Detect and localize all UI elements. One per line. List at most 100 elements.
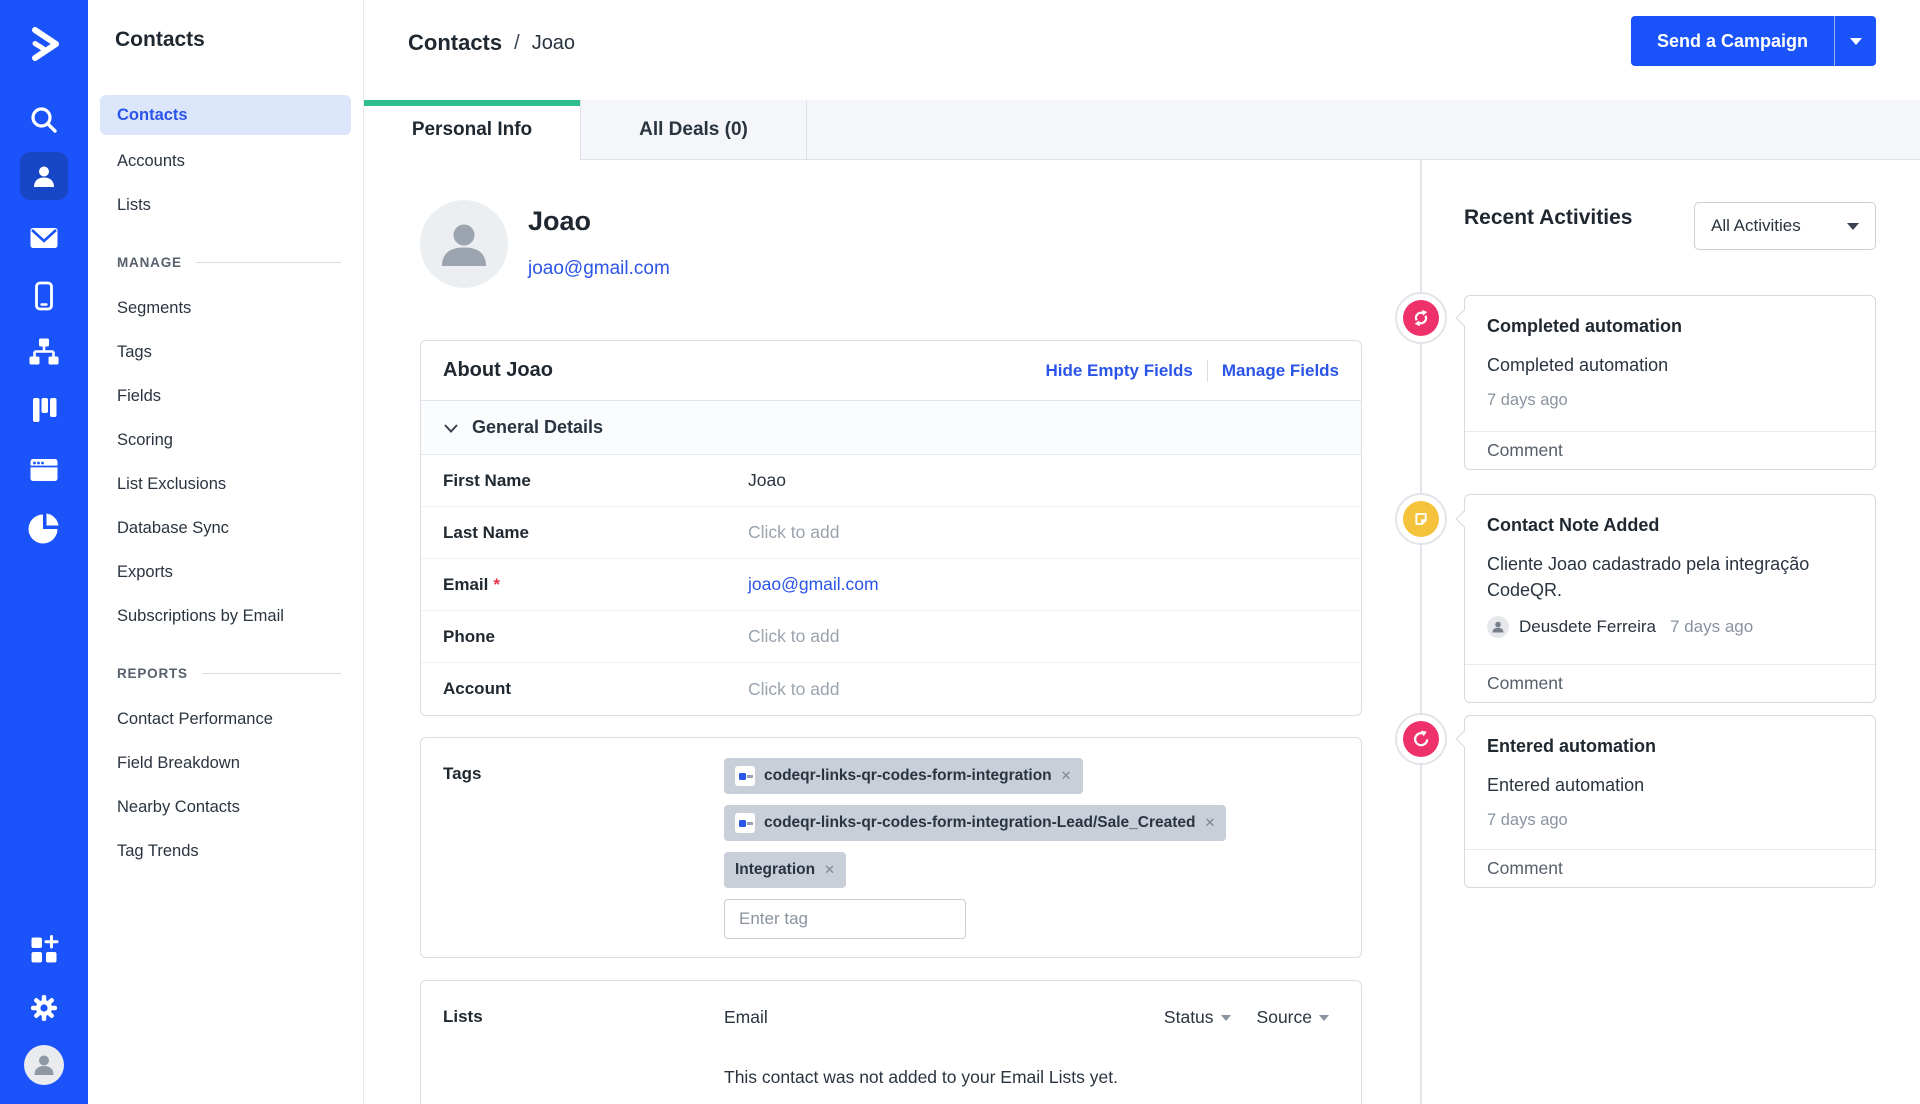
- tag-chip[interactable]: codeqr-links-qr-codes-form-integration-L…: [724, 805, 1226, 841]
- site-window-icon[interactable]: [0, 448, 88, 492]
- activity-card: Completed automation Completed automatio…: [1464, 295, 1876, 470]
- activity-body: Entered automation: [1487, 772, 1853, 798]
- remove-tag-icon[interactable]: ✕: [1205, 815, 1216, 831]
- activity-title: Contact Note Added: [1487, 515, 1853, 536]
- sidebar-section-manage: MANAGE: [88, 255, 363, 270]
- apps-add-icon[interactable]: [0, 928, 88, 972]
- chevron-down-icon: [1850, 38, 1862, 45]
- field-row-phone[interactable]: Phone Click to add: [421, 611, 1361, 663]
- comment-button[interactable]: Comment: [1465, 431, 1875, 469]
- field-row-email[interactable]: Email * joao@gmail.com: [421, 559, 1361, 611]
- activities-filter-dropdown[interactable]: All Activities: [1694, 202, 1876, 250]
- field-label: Account: [443, 679, 511, 698]
- general-details-title: General Details: [472, 417, 603, 438]
- codeqr-favicon-icon: [735, 766, 755, 786]
- sidebar-item-fields[interactable]: Fields: [88, 374, 363, 418]
- lists-status-filter[interactable]: Status: [1164, 1007, 1231, 1028]
- chevron-down-icon: [443, 422, 459, 434]
- sidebar-item-database-sync[interactable]: Database Sync: [88, 506, 363, 550]
- settings-gear-icon[interactable]: [0, 986, 88, 1030]
- hide-empty-fields-link[interactable]: Hide Empty Fields: [1045, 361, 1192, 381]
- lists-empty-message: This contact was not added to your Email…: [724, 1067, 1118, 1088]
- breadcrumb-contacts-link[interactable]: Contacts: [408, 30, 502, 56]
- chevron-down-icon: [1319, 1015, 1329, 1021]
- field-label: First Name: [443, 471, 531, 490]
- contact-note-icon: [1395, 493, 1447, 545]
- breadcrumb-current: Joao: [532, 32, 575, 55]
- send-campaign-button[interactable]: Send a Campaign: [1631, 16, 1834, 66]
- completed-automation-icon: [1395, 292, 1447, 344]
- contact-email-link[interactable]: joao@gmail.com: [528, 258, 670, 280]
- sidebar-item-tags[interactable]: Tags: [88, 330, 363, 374]
- entered-automation-icon: [1395, 713, 1447, 765]
- deals-kanban-icon[interactable]: [0, 388, 88, 432]
- field-row-account[interactable]: Account Click to add: [421, 663, 1361, 715]
- sidebar-item-subscriptions-by-email[interactable]: Subscriptions by Email: [88, 594, 363, 638]
- activity-author: Deusdete Ferreira: [1519, 617, 1656, 637]
- sidebar-item-contact-performance[interactable]: Contact Performance: [88, 697, 363, 741]
- activity-title: Completed automation: [1487, 316, 1853, 337]
- field-value: Click to add: [748, 626, 839, 647]
- required-asterisk: *: [493, 575, 500, 594]
- activity-card: Contact Note Added Cliente Joao cadastra…: [1464, 494, 1876, 703]
- breadcrumb: Contacts / Joao: [408, 30, 575, 56]
- sidebar-item-contacts[interactable]: Contacts: [100, 95, 351, 135]
- breadcrumb-separator: /: [514, 32, 520, 55]
- field-value-email-link[interactable]: joao@gmail.com: [748, 574, 879, 595]
- search-icon[interactable]: [0, 98, 88, 142]
- comment-button[interactable]: Comment: [1465, 664, 1875, 702]
- tag-text: codeqr-links-qr-codes-form-integration-L…: [764, 814, 1196, 832]
- card-tail: [1456, 511, 1473, 528]
- activecampaign-logo-icon[interactable]: [0, 22, 88, 66]
- enter-tag-input[interactable]: [724, 899, 966, 939]
- general-details-section-toggle[interactable]: General Details: [421, 401, 1361, 455]
- contact-avatar: [420, 200, 508, 288]
- sidebar-item-nearby-contacts[interactable]: Nearby Contacts: [88, 785, 363, 829]
- sidebar-title: Contacts: [115, 28, 205, 52]
- lists-email-column-header: Email: [724, 1007, 768, 1028]
- mobile-icon[interactable]: [0, 274, 88, 318]
- field-label: Last Name: [443, 523, 529, 542]
- card-tail: [1456, 310, 1473, 327]
- sidebar-item-tag-trends[interactable]: Tag Trends: [88, 829, 363, 873]
- sidebar-item-list-exclusions[interactable]: List Exclusions: [88, 462, 363, 506]
- user-avatar-icon[interactable]: [0, 1043, 88, 1087]
- remove-tag-icon[interactable]: ✕: [1061, 768, 1072, 784]
- sidebar-section-reports: REPORTS: [88, 666, 363, 681]
- author-avatar-icon: [1487, 616, 1509, 638]
- tag-chip[interactable]: codeqr-links-qr-codes-form-integration ✕: [724, 758, 1083, 794]
- send-campaign-split-button: Send a Campaign: [1631, 16, 1876, 66]
- activity-note-text: Cliente Joao cadastrado pela integração …: [1487, 551, 1855, 603]
- icon-rail: [0, 0, 88, 1104]
- field-row-first-name[interactable]: First Name Joao: [421, 455, 1361, 507]
- field-row-last-name[interactable]: Last Name Click to add: [421, 507, 1361, 559]
- tags-card: Tags codeqr-links-qr-codes-form-integrat…: [420, 737, 1362, 958]
- topbar: Contacts / Joao Send a Campaign: [364, 0, 1920, 100]
- field-label: Email: [443, 575, 488, 594]
- sidebar-item-lists[interactable]: Lists: [88, 183, 363, 227]
- campaigns-mail-icon[interactable]: [0, 216, 88, 260]
- recent-activities-panel: Recent Activities All Activities Complet…: [1420, 160, 1920, 1104]
- tab-strip: Personal Info All Deals (0): [364, 100, 1920, 160]
- automations-flow-icon[interactable]: [0, 330, 88, 374]
- sidebar-item-segments[interactable]: Segments: [88, 286, 363, 330]
- tags-label: Tags: [443, 764, 481, 784]
- manage-fields-link[interactable]: Manage Fields: [1222, 361, 1339, 381]
- comment-button[interactable]: Comment: [1465, 849, 1875, 887]
- tag-chip[interactable]: Integration ✕: [724, 852, 846, 888]
- links-divider: [1207, 360, 1208, 382]
- tag-text: Integration: [735, 861, 815, 879]
- field-value: Click to add: [748, 679, 839, 700]
- sidebar-item-accounts[interactable]: Accounts: [88, 139, 363, 183]
- lists-source-filter[interactable]: Source: [1257, 1007, 1329, 1028]
- sidebar-item-exports[interactable]: Exports: [88, 550, 363, 594]
- tab-all-deals[interactable]: All Deals (0): [581, 100, 807, 160]
- contacts-icon-active[interactable]: [20, 152, 68, 200]
- send-campaign-dropdown[interactable]: [1834, 16, 1876, 66]
- reports-pie-icon[interactable]: [0, 506, 88, 550]
- remove-tag-icon[interactable]: ✕: [824, 862, 835, 878]
- sidebar-item-field-breakdown[interactable]: Field Breakdown: [88, 741, 363, 785]
- app-root: Contacts Contacts Accounts Lists MANAGE …: [0, 0, 1920, 1104]
- tab-personal-info[interactable]: Personal Info: [364, 100, 581, 160]
- sidebar-item-scoring[interactable]: Scoring: [88, 418, 363, 462]
